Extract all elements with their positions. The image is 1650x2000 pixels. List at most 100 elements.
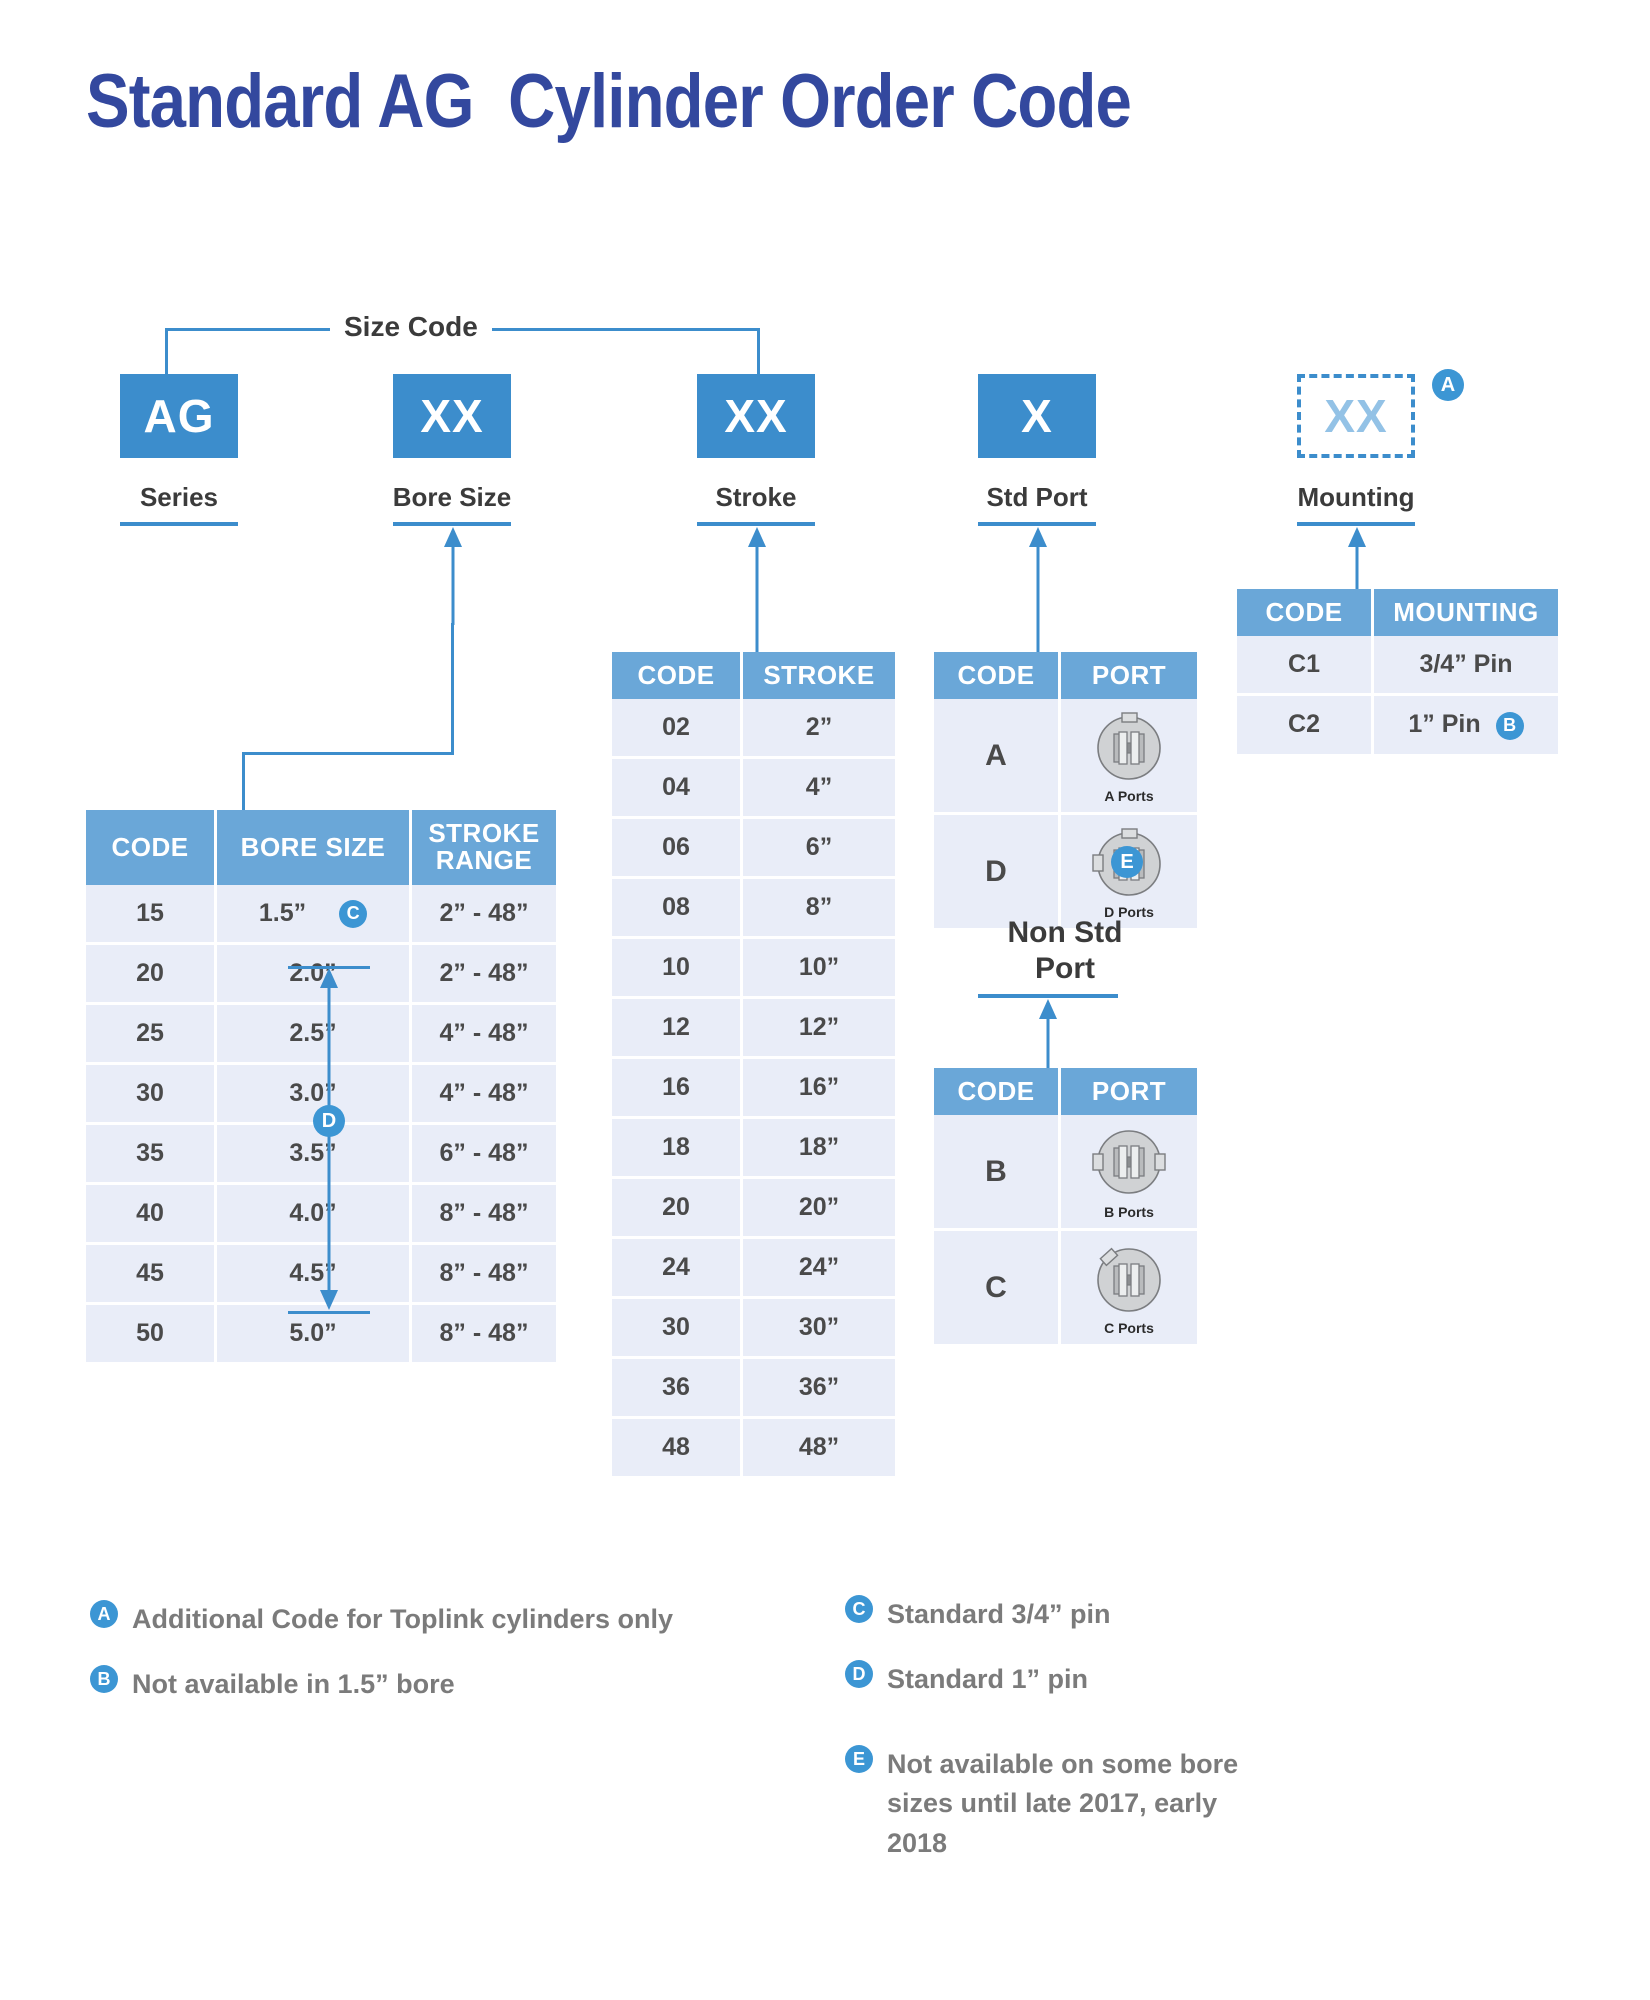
code-box-std-port[interactable]: X xyxy=(978,374,1096,458)
stroke-value-48: 48” xyxy=(741,1417,895,1477)
mounting-value-c2-text: 1” Pin xyxy=(1408,710,1481,739)
bore-size-35: 3.5” xyxy=(215,1123,412,1185)
code-box-mounting[interactable]: XX xyxy=(1297,374,1415,458)
c-ports-icon xyxy=(1097,1247,1161,1313)
code-label-stroke: Stroke xyxy=(715,482,797,512)
std-port-caption-a: A Ports xyxy=(1104,788,1154,805)
non-std-port-caption-b: B Ports xyxy=(1104,1204,1154,1221)
note-bubble-a-mounting[interactable]: A xyxy=(1432,369,1464,401)
table-row: 12 12” xyxy=(612,997,895,1060)
mounting-value-c1: 3/4” Pin xyxy=(1372,636,1558,697)
table-row: 08 8” xyxy=(612,877,895,940)
code-label-std-port: Std Port xyxy=(986,482,1088,512)
std-port-th-code: CODE xyxy=(934,652,1061,700)
arrow-stroke xyxy=(748,527,766,655)
bore-code-40: 40 xyxy=(86,1183,217,1245)
note-bubble-c-bore[interactable]: C xyxy=(339,899,368,928)
legend-bubble-c[interactable]: C xyxy=(845,1595,873,1623)
bore-th-bore-size: BORE SIZE xyxy=(215,810,412,885)
code-label-series-underline xyxy=(120,522,238,526)
table-row: 15 1.5” C 2” - 48” xyxy=(86,884,556,945)
size-code-bracket-right-stub xyxy=(757,328,760,374)
table-row: D D Ports xyxy=(934,813,1197,929)
table-row: A A Ports xyxy=(934,699,1197,816)
table-row: C1 3/4” Pin xyxy=(1237,636,1558,697)
note-bubble-d-bore-span[interactable]: D xyxy=(313,1105,345,1137)
legend-text-b: Not available in 1.5” bore xyxy=(132,1669,455,1700)
stroke-value-24: 24” xyxy=(741,1237,895,1300)
stroke-value-02: 2” xyxy=(741,699,895,760)
non-std-port-table-wrapper: CODE PORT B B Ports C C Ports xyxy=(934,1068,1197,1345)
table-row: 48 48” xyxy=(612,1417,895,1477)
stroke-value-04: 4” xyxy=(741,757,895,820)
legend-item-c: C Standard 3/4” pin xyxy=(845,1595,1485,1634)
bore-size-25: 2.5” xyxy=(215,1003,412,1065)
stroke-value-20: 20” xyxy=(741,1177,895,1240)
stroke-code-18: 18 xyxy=(612,1117,743,1180)
non-std-port-code-b: B xyxy=(934,1115,1061,1232)
note-bubble-e-std-port[interactable]: E xyxy=(1111,846,1143,878)
bore-code-30: 30 xyxy=(86,1063,217,1125)
non-std-port-title: Non Std Port xyxy=(965,915,1165,987)
code-box-bore-size-text: XX xyxy=(420,390,484,442)
bore-code-15: 15 xyxy=(86,884,217,945)
non-std-port-icon-cell-b: B Ports xyxy=(1059,1115,1197,1232)
stroke-value-18: 18” xyxy=(741,1117,895,1180)
table-header-row: CODE BORE SIZE STROKE RANGE xyxy=(86,810,556,885)
mounting-th-code: CODE xyxy=(1237,589,1374,637)
stroke-value-12: 12” xyxy=(741,997,895,1060)
stroke-value-06: 6” xyxy=(741,817,895,880)
non-std-port-caption-c: C Ports xyxy=(1104,1320,1154,1337)
std-port-code-d: D xyxy=(934,813,1061,929)
bore-elbow-down xyxy=(242,752,245,810)
a-ports-icon xyxy=(1097,712,1161,781)
stroke-code-20: 20 xyxy=(612,1177,743,1240)
legend-bubble-b[interactable]: B xyxy=(90,1665,118,1694)
non-std-port-table: CODE PORT B B Ports C C Ports xyxy=(934,1068,1197,1345)
bore-range-25: 4” - 48” xyxy=(410,1003,556,1065)
bore-size-20: 2.0” xyxy=(215,943,412,1005)
legend-bubble-d[interactable]: D xyxy=(845,1660,873,1689)
non-std-port-th-port: PORT xyxy=(1059,1068,1197,1116)
bore-code-25: 25 xyxy=(86,1003,217,1065)
legend-text-d: Standard 1” pin xyxy=(887,1664,1089,1695)
stroke-value-10: 10” xyxy=(741,937,895,1000)
code-box-bore-size[interactable]: XX xyxy=(393,374,511,458)
mounting-table: CODE MOUNTING C1 3/4” Pin C2 1” Pin B xyxy=(1237,589,1558,754)
code-box-stroke[interactable]: XX xyxy=(697,374,815,458)
stroke-value-30: 30” xyxy=(741,1297,895,1360)
bore-th-stroke-range-text: STROKE RANGE xyxy=(428,818,540,876)
table-header-row: CODE PORT xyxy=(934,1068,1197,1116)
mounting-value-c2: 1” Pin B xyxy=(1372,694,1558,754)
code-box-series-text: AG xyxy=(143,390,215,442)
legend-bubble-e[interactable]: E xyxy=(845,1745,873,1774)
code-box-std-port-text: X xyxy=(1021,390,1053,442)
b-ports-icon xyxy=(1092,1130,1166,1195)
stroke-value-36: 36” xyxy=(741,1357,895,1420)
table-row: 02 2” xyxy=(612,699,895,760)
bore-th-code: CODE xyxy=(86,810,217,885)
arrow-std-port xyxy=(1029,527,1047,657)
bore-range-15: 2” - 48” xyxy=(410,884,556,945)
std-port-icon-cell-a: A Ports xyxy=(1059,699,1197,816)
bore-elbow-up xyxy=(451,625,454,753)
table-row: 24 24” xyxy=(612,1237,895,1300)
bore-span-double-arrow xyxy=(320,968,338,1310)
size-code-bracket-left-stub xyxy=(165,328,168,374)
code-box-series[interactable]: AG xyxy=(120,374,238,458)
arrow-non-std-port xyxy=(1039,999,1057,1079)
legend-bubble-a[interactable]: A xyxy=(90,1600,118,1628)
bore-size-40: 4.0” xyxy=(215,1183,412,1245)
bore-size-45: 4.5” xyxy=(215,1243,412,1305)
note-bubble-b-mounting[interactable]: B xyxy=(1495,711,1524,740)
stroke-code-48: 48 xyxy=(612,1417,743,1477)
code-box-stroke-text: XX xyxy=(724,390,788,442)
mounting-th-mounting: MOUNTING xyxy=(1372,589,1558,637)
bore-size-15: 1.5” C xyxy=(215,884,412,945)
legend-text-e: Not available on some bore sizes until l… xyxy=(887,1749,1239,1858)
table-header-row: CODE STROKE xyxy=(612,652,895,700)
stroke-value-16: 16” xyxy=(741,1057,895,1120)
table-row: 36 36” xyxy=(612,1357,895,1420)
arrow-mounting xyxy=(1348,527,1366,591)
bore-size-15-text: 1.5” xyxy=(258,898,307,927)
